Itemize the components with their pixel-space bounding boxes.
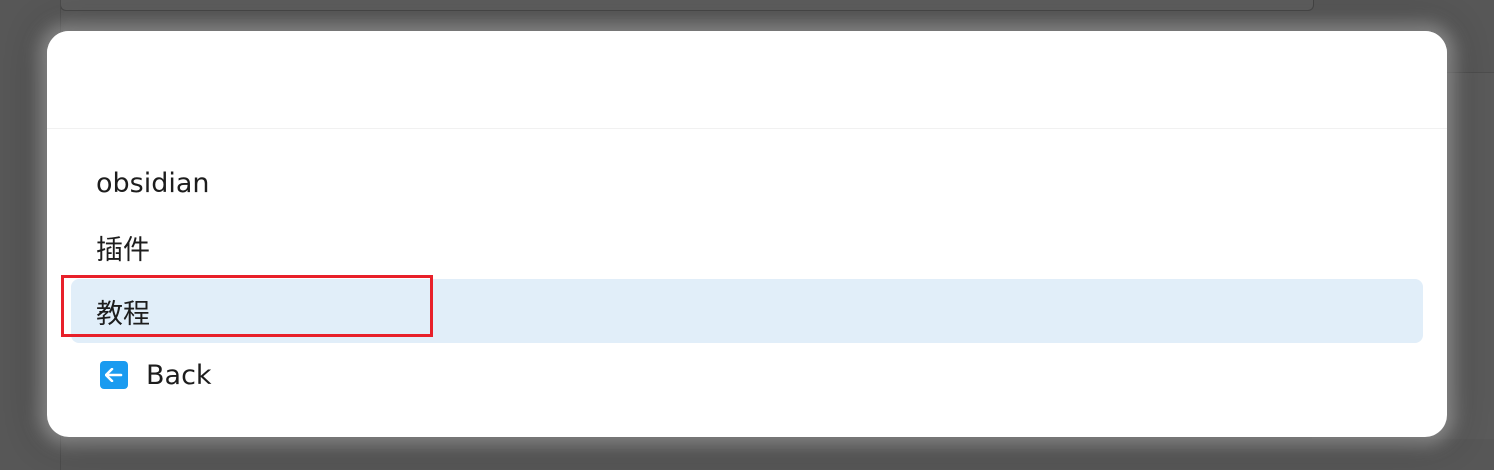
back-button[interactable]: Back xyxy=(71,343,1423,407)
list-item-label: 教程 xyxy=(96,298,150,330)
search-input[interactable] xyxy=(95,61,1399,103)
list-item-plugins[interactable]: 插件 xyxy=(71,215,1423,279)
list-item-tutorials[interactable]: 教程 xyxy=(71,279,1423,343)
back-arrow-icon xyxy=(100,361,128,389)
list-item-label: obsidian xyxy=(96,167,210,199)
list-item-obsidian[interactable]: obsidian xyxy=(71,151,1423,215)
modal-header xyxy=(47,31,1447,129)
background-toolbar xyxy=(60,0,1314,11)
suggestion-modal: obsidian 插件 教程 Back xyxy=(47,31,1447,437)
list-item-label: 插件 xyxy=(96,234,150,266)
suggestion-list: obsidian 插件 教程 Back xyxy=(71,151,1423,407)
back-label: Back xyxy=(146,359,212,391)
